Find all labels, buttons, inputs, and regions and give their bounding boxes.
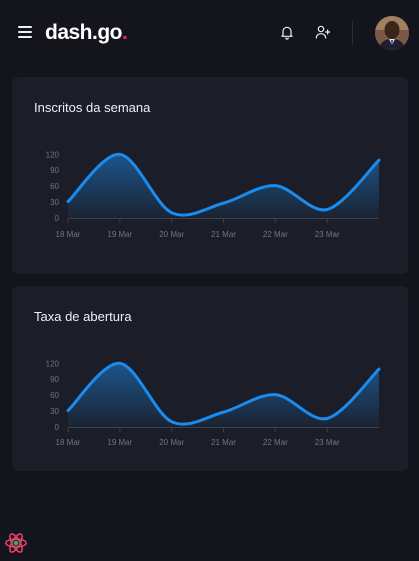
logo[interactable]: dash.go. (45, 21, 128, 45)
x-tick-label: 19 Mar (107, 230, 132, 239)
chart-card-abertura: Taxa de abertura 0 30 60 90 120 18 Mar 19 Mar 2… (12, 286, 408, 471)
x-tick-label: 23 Mar (315, 230, 340, 239)
x-tick-label: 18 Mar (56, 438, 81, 447)
y-tick-label: 0 (55, 214, 60, 223)
avatar[interactable] (375, 16, 409, 50)
x-tick-label: 19 Mar (107, 438, 132, 447)
y-tick-label: 0 (55, 423, 60, 432)
logo-text: dash.go (45, 21, 123, 44)
x-tick-label: 21 Mar (211, 438, 236, 447)
x-tick-label: 21 Mar (211, 230, 236, 239)
y-tick-label: 60 (50, 391, 59, 400)
x-tick-label: 18 Mar (56, 230, 81, 239)
logo-dot: . (122, 21, 128, 44)
chart-card-inscritos: Inscritos da semana 0 30 60 90 120 18 Mar 19 M… (12, 77, 408, 274)
y-tick-label: 30 (50, 198, 59, 207)
y-tick-label: 60 (50, 182, 59, 191)
x-tick-label: 22 Mar (263, 438, 288, 447)
x-tick-label: 23 Mar (315, 438, 340, 447)
chart-inscritos: 0 30 60 90 120 18 Mar 19 Mar 20 Mar 21 Mar 22 Mar… (46, 150, 381, 239)
y-tick-label: 30 (50, 407, 59, 416)
chart-abertura: 0 30 60 90 120 18 Mar 19 Mar 20 Mar 21 Mar 22 Mar… (46, 359, 381, 447)
y-tick-label: 90 (50, 375, 59, 384)
bell-icon[interactable] (279, 24, 295, 40)
y-tick-label: 120 (46, 359, 60, 368)
user-plus-icon[interactable] (315, 24, 331, 40)
y-tick-label: 90 (50, 166, 59, 175)
x-tick-label: 20 Mar (159, 438, 184, 447)
avatar-image (375, 16, 409, 50)
x-tick-label: 22 Mar (263, 230, 288, 239)
header: dash.go. (0, 0, 419, 66)
react-logo-icon[interactable] (3, 530, 29, 556)
x-tick-label: 20 Mar (159, 230, 184, 239)
header-divider (352, 21, 353, 45)
y-tick-label: 120 (46, 150, 60, 159)
menu-icon[interactable] (18, 26, 32, 38)
